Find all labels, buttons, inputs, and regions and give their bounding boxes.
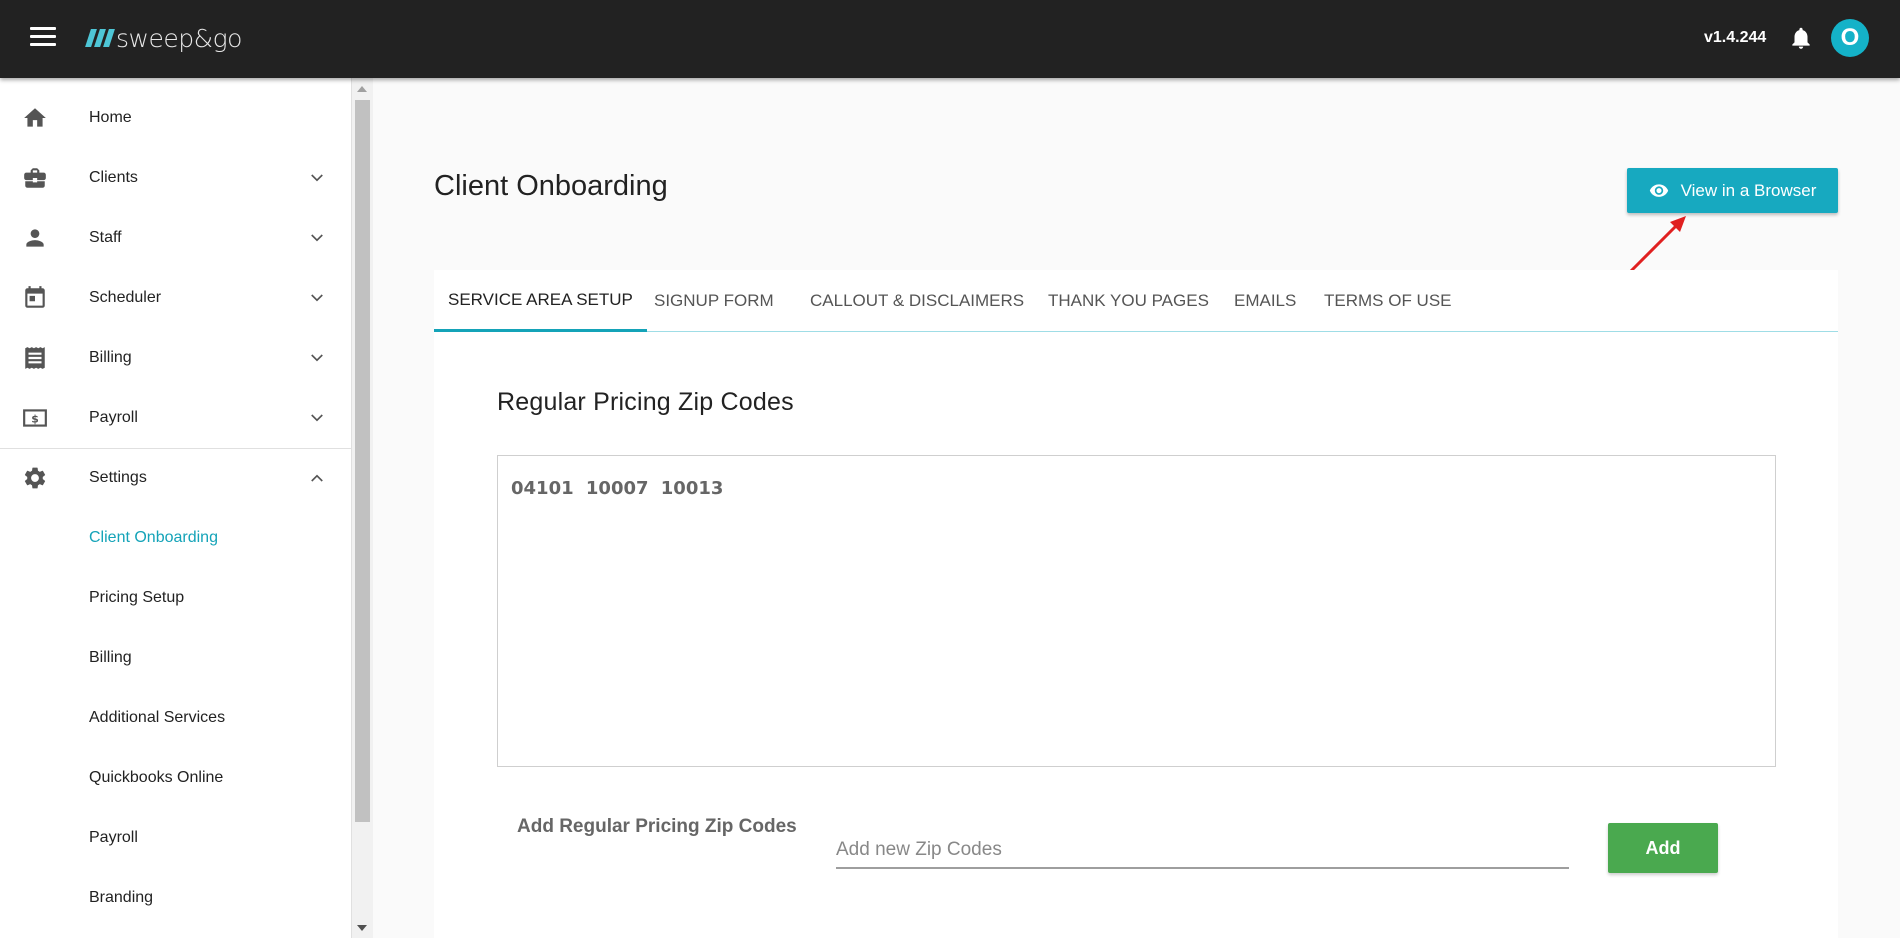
tab-emails[interactable]: EMAILS: [1220, 270, 1310, 332]
tab-callout-disclaimers[interactable]: CALLOUT & DISCLAIMERS: [796, 270, 1038, 332]
avatar[interactable]: O: [1831, 19, 1869, 57]
sidebar-subitem-payroll[interactable]: Payroll: [0, 808, 352, 868]
add-zip-codes-label: Add Regular Pricing Zip Codes: [517, 816, 797, 837]
sidebar-item-scheduler[interactable]: Scheduler: [0, 268, 352, 328]
sidebar-item-home[interactable]: Home: [0, 88, 352, 148]
page-title: Client Onboarding: [434, 170, 668, 202]
zip-codes-textarea[interactable]: 04101 10007 10013: [497, 455, 1776, 767]
top-app-bar: sweep&go v1.4.244 O: [0, 0, 1900, 78]
scroll-up-arrow-icon[interactable]: [357, 86, 367, 92]
sidebar-subitem-billing[interactable]: Billing: [0, 628, 352, 688]
briefcase-icon: [24, 168, 46, 188]
logo-mark-icon: [85, 29, 115, 47]
add-button[interactable]: Add: [1608, 823, 1718, 873]
chevron-down-icon: [311, 234, 323, 242]
tab-service-area-setup[interactable]: SERVICE AREA SETUP: [434, 270, 647, 332]
view-in-browser-label: View in a Browser: [1680, 180, 1817, 200]
onboarding-card: SERVICE AREA SETUP SIGNUP FORM CALLOUT &…: [434, 270, 1838, 938]
tab-signup-form[interactable]: SIGNUP FORM: [640, 270, 788, 332]
svg-text:$: $: [31, 412, 39, 425]
tab-thank-you-pages[interactable]: THANK YOU PAGES: [1034, 270, 1223, 332]
sidebar-subitem-label: Pricing Setup: [89, 589, 185, 606]
sidebar-subitem-pricing-setup[interactable]: Pricing Setup: [0, 568, 352, 628]
sidebar-item-label: Scheduler: [89, 289, 162, 306]
sidebar-item-label: Payroll: [89, 409, 138, 426]
chevron-down-icon: [311, 294, 323, 302]
sidebar-item-billing[interactable]: Billing: [0, 328, 352, 388]
sidebar-item-staff[interactable]: Staff: [0, 208, 352, 268]
chevron-down-icon: [311, 414, 323, 422]
sidebar-subitem-label: Branding: [89, 889, 154, 906]
money-icon: $: [23, 409, 47, 427]
sidebar-scrollbar[interactable]: [352, 78, 373, 938]
sidebar-subitem-label: Client Onboarding: [89, 529, 218, 546]
eye-icon: [1649, 183, 1668, 197]
sidebar-item-payroll[interactable]: $ Payroll: [0, 388, 352, 448]
zip-code-input[interactable]: [836, 833, 1569, 869]
chevron-down-icon: [311, 174, 323, 182]
sidebar-subitem-quickbooks-online[interactable]: Quickbooks Online: [0, 748, 352, 808]
menu-icon[interactable]: [30, 27, 56, 49]
scrollbar-thumb[interactable]: [355, 100, 370, 822]
person-icon: [26, 229, 44, 247]
sidebar-subitem-additional-services[interactable]: Additional Services: [0, 688, 352, 748]
brand-name: sweep&go: [116, 23, 242, 53]
version-label: v1.4.244: [1704, 29, 1767, 46]
view-in-browser-button[interactable]: View in a Browser: [1627, 168, 1838, 213]
chevron-down-icon: [311, 354, 323, 362]
sidebar-subitem-label: Additional Services: [89, 709, 226, 726]
sidebar-subitem-label: Quickbooks Online: [89, 769, 224, 786]
sidebar-item-label: Settings: [89, 469, 147, 486]
calendar-icon: [25, 286, 45, 308]
scroll-down-arrow-icon[interactable]: [357, 925, 367, 931]
sidebar-item-clients[interactable]: Clients: [0, 148, 352, 208]
section-title: Regular Pricing Zip Codes: [497, 388, 794, 416]
sidebar-item-settings[interactable]: Settings: [0, 448, 352, 508]
sidebar-item-label: Staff: [89, 229, 122, 246]
sidebar-item-label: Billing: [89, 349, 132, 366]
logo[interactable]: sweep&go: [85, 20, 242, 56]
sidebar: Home Clients Staff Scheduler Billing $ P…: [0, 78, 352, 938]
receipt-icon: [25, 347, 45, 369]
tab-terms-of-use[interactable]: TERMS OF USE: [1310, 270, 1466, 332]
sidebar-subitem-client-onboarding[interactable]: Client Onboarding: [0, 508, 352, 568]
tab-bar: SERVICE AREA SETUP SIGNUP FORM CALLOUT &…: [434, 270, 1838, 332]
sidebar-subitem-branding[interactable]: Branding: [0, 868, 352, 928]
sidebar-subitem-label: Payroll: [89, 829, 138, 846]
sidebar-item-label: Clients: [89, 169, 138, 186]
sidebar-item-label: Home: [89, 109, 132, 126]
sidebar-subitem-label: Billing: [89, 649, 132, 666]
gear-icon: [24, 467, 46, 489]
home-icon: [24, 108, 46, 127]
chevron-up-icon: [311, 474, 323, 482]
bell-icon[interactable]: [1788, 24, 1814, 52]
